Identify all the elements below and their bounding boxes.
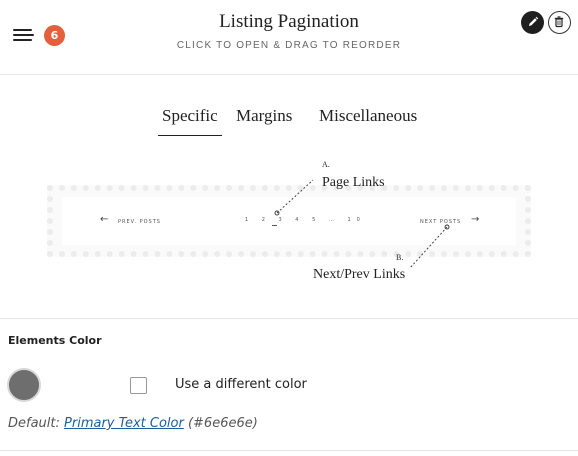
default-color-info: Default: Primary Text Color (#6e6e6e) xyxy=(8,416,258,431)
next-arrow-icon: → xyxy=(471,214,480,225)
bottom-divider xyxy=(0,450,578,451)
elements-color-label: Elements Color xyxy=(8,334,102,347)
annotation-b-label: Next/Prev Links xyxy=(313,267,406,282)
page-numbers: 1 2 3 4 5 … 10 xyxy=(245,217,366,223)
next-posts-text: NEXT POSTS xyxy=(420,219,462,225)
edit-button[interactable] xyxy=(521,11,544,34)
annotation-b-letter: B. xyxy=(396,253,404,262)
different-color-checkbox[interactable] xyxy=(130,377,147,394)
annotation-a-letter: A. xyxy=(322,160,330,169)
annotation-a-label: Page Links xyxy=(322,175,385,190)
prev-posts-text: PREV. POSTS xyxy=(118,219,161,225)
pencil-icon xyxy=(529,16,539,26)
prev-arrow-icon: ← xyxy=(100,214,109,225)
delete-button[interactable] xyxy=(548,11,571,34)
current-page-underline xyxy=(272,225,277,226)
pagination-diagram: ← PREV. POSTS 1 2 3 4 5 … 10 NEXT POSTS … xyxy=(47,185,531,257)
primary-text-color-link[interactable]: Primary Text Color xyxy=(64,416,184,431)
section-divider xyxy=(0,318,578,319)
widget-header[interactable]: 6 Listing Pagination CLICK TO OPEN & DRA… xyxy=(0,0,578,75)
color-swatch[interactable] xyxy=(7,368,41,402)
tab-bar: Specific Margins Miscellaneous xyxy=(0,100,578,140)
tab-specific[interactable]: Specific xyxy=(158,106,222,136)
tab-margins[interactable]: Margins xyxy=(236,106,292,126)
widget-title: Listing Pagination xyxy=(219,11,359,32)
tab-miscellaneous[interactable]: Miscellaneous xyxy=(319,106,417,126)
trash-icon xyxy=(554,16,564,28)
default-value: (#6e6e6e) xyxy=(187,416,258,431)
default-prefix: Default: xyxy=(8,416,60,431)
widget-subtitle: CLICK TO OPEN & DRAG TO REORDER xyxy=(176,40,402,51)
different-color-label[interactable]: Use a different color xyxy=(175,377,307,392)
